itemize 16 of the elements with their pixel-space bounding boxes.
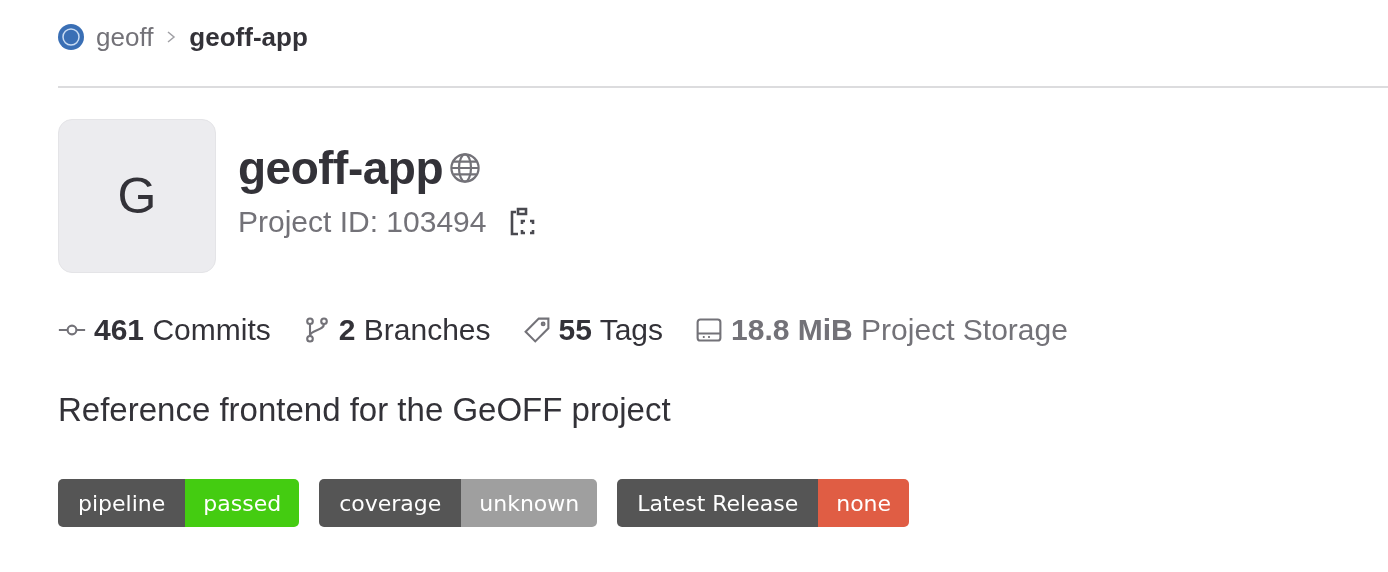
storage-icon [695,316,724,344]
project-description: Reference frontend for the GeOFF project [58,391,672,429]
stat-link[interactable]: 18.8 MiB Project Storage [695,313,1068,347]
copy-icon[interactable] [508,206,537,238]
project-id: Project ID: 103494 [238,205,487,239]
project-avatar: G [58,119,216,273]
stat-link[interactable]: 55 Tags [522,313,664,347]
stat-link[interactable]: 2 Branches [302,313,491,347]
chevron-right-icon [165,30,178,44]
globe-icon [449,152,481,184]
project-title: geoff-app [238,141,443,195]
tag-icon [522,316,551,344]
breadcrumb-link[interactable]: geoff-app [189,21,308,53]
breadcrumb-link[interactable]: geoff [96,21,154,53]
group-avatar-icon [58,24,84,50]
stat-link[interactable]: 461 Commits [58,313,271,347]
